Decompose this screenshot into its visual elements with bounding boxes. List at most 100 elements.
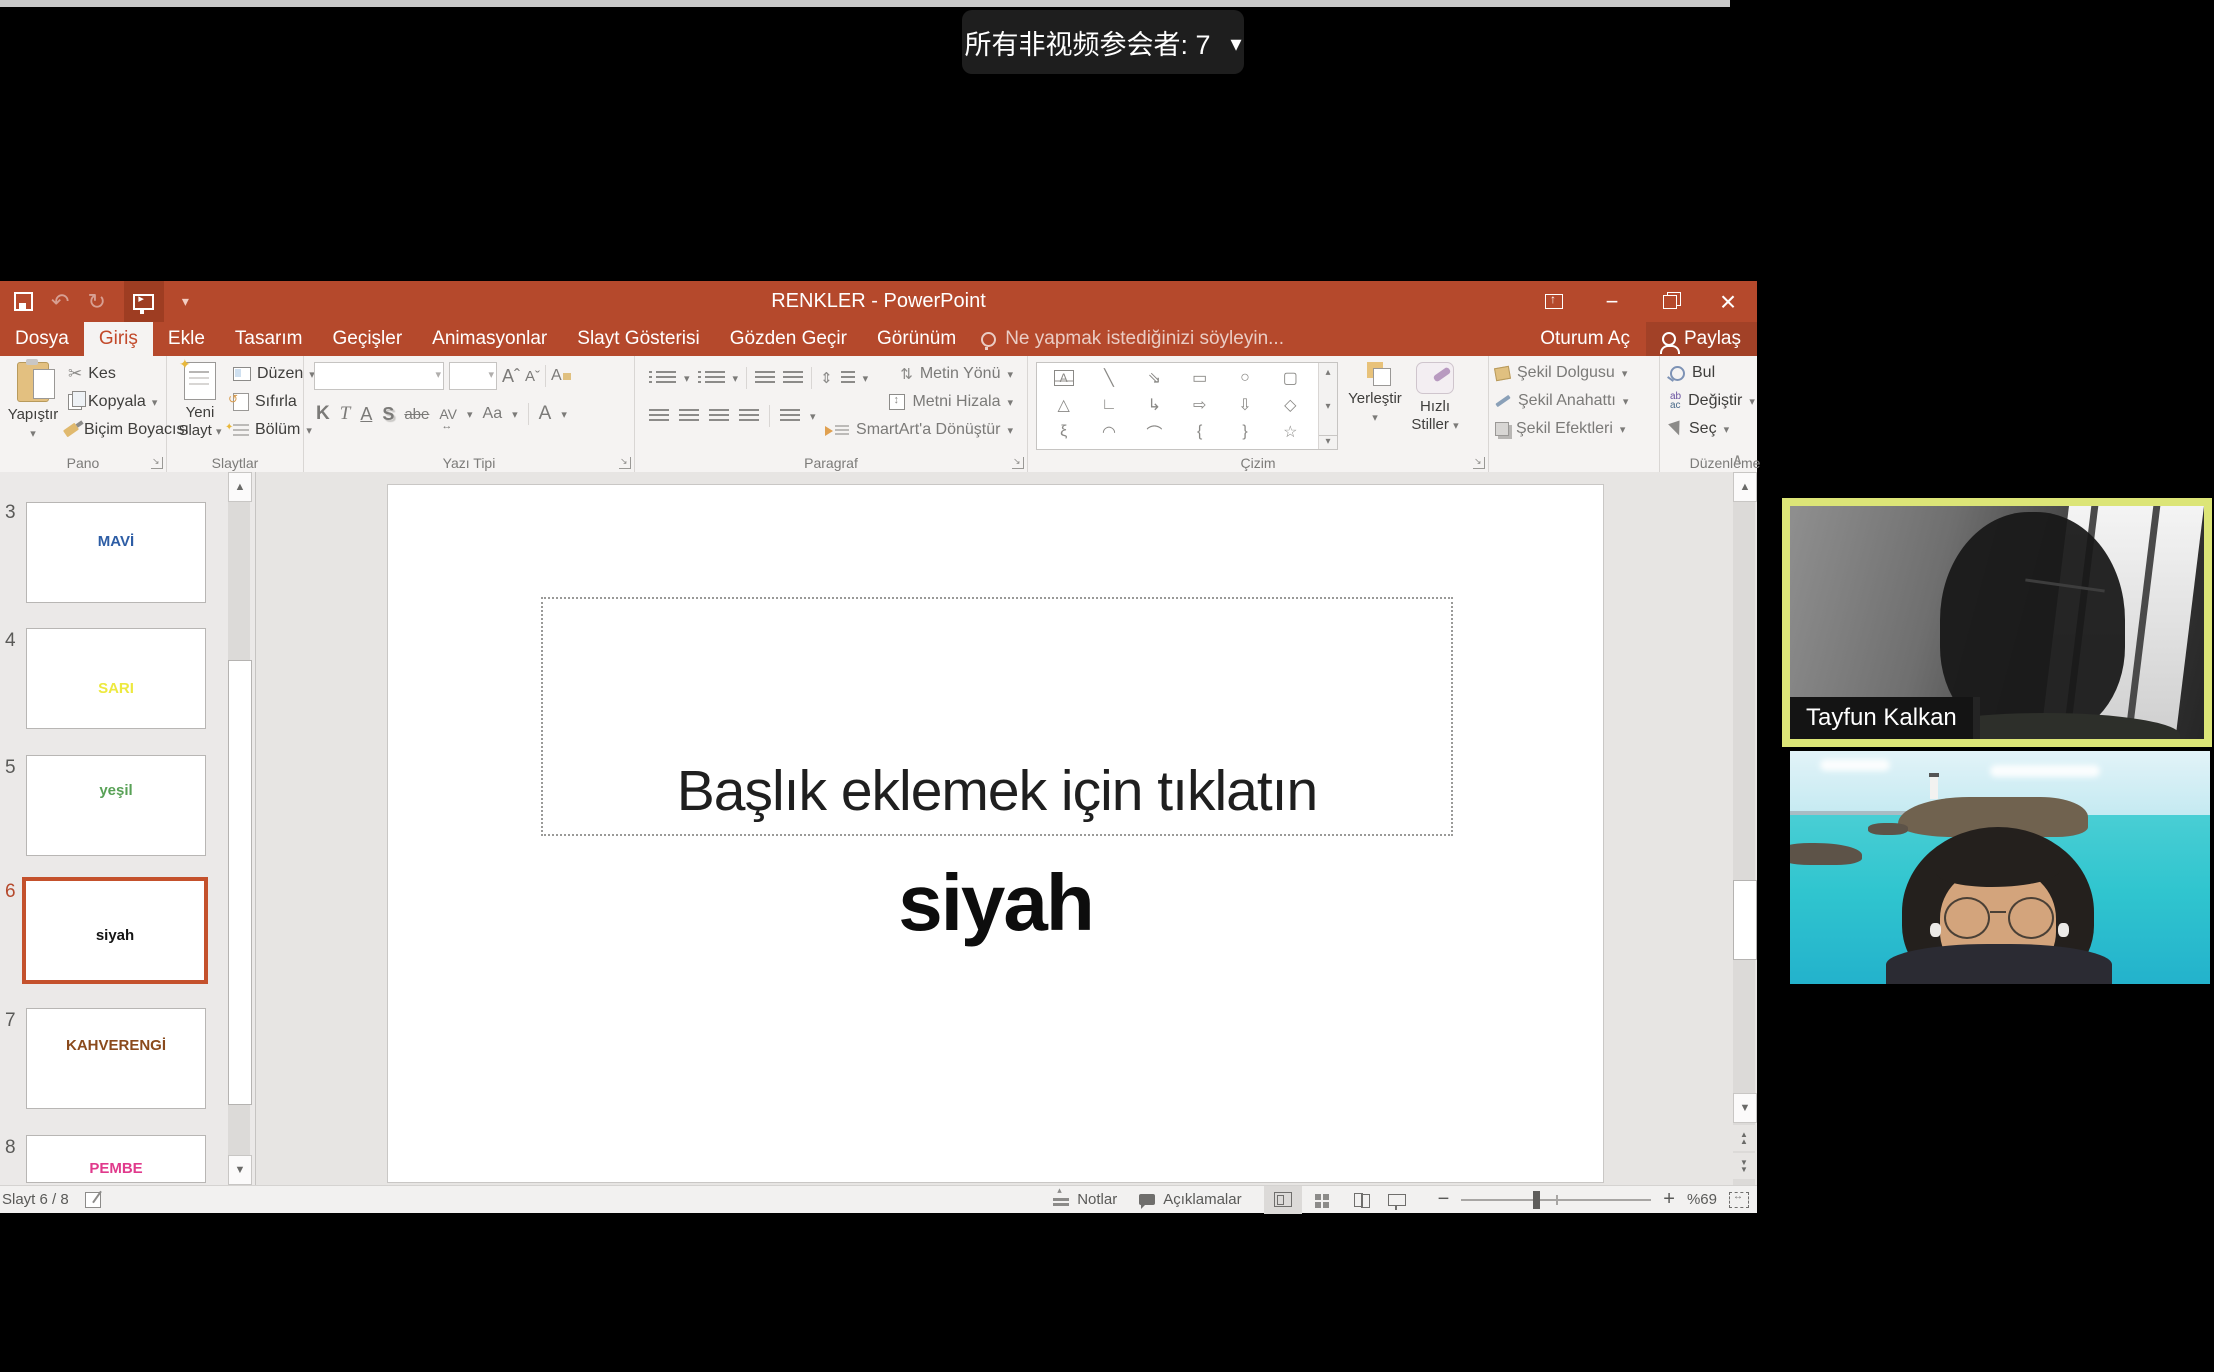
slide-thumbnail-4[interactable]: SARI	[26, 628, 206, 729]
sign-in-button[interactable]: Oturum Aç	[1524, 322, 1646, 356]
dialog-launcher-icon[interactable]	[151, 457, 163, 469]
columns-icon[interactable]	[780, 409, 800, 423]
find-button[interactable]: Bul	[1670, 360, 1715, 386]
clear-formatting-button[interactable]: A	[551, 367, 571, 385]
shape-cell[interactable]: ▭	[1177, 365, 1222, 392]
decrease-indent-icon[interactable]	[755, 371, 775, 385]
dialog-launcher-icon[interactable]	[619, 457, 631, 469]
zoom-slider-thumb[interactable]	[1533, 1191, 1540, 1209]
video-tile-second[interactable]	[1790, 751, 2210, 984]
shapes-scrollbar[interactable]: ▴ ▾ ▾	[1318, 363, 1337, 449]
justify-icon[interactable]	[739, 409, 759, 423]
fit-slide-to-window-icon[interactable]	[1729, 1192, 1749, 1208]
shape-cell[interactable]: ↳	[1132, 392, 1177, 419]
align-center-icon[interactable]	[679, 409, 699, 423]
change-case-button[interactable]: Aa	[483, 405, 503, 423]
tab-ekle[interactable]: Ekle	[153, 322, 220, 356]
scroll-up-button[interactable]: ▲	[1733, 472, 1757, 502]
underline-button[interactable]: A	[360, 404, 372, 425]
tab-dosya[interactable]: Dosya	[0, 322, 84, 356]
strikethrough-button[interactable]: abe	[404, 406, 429, 423]
shape-cell[interactable]: {	[1177, 418, 1222, 445]
video-tile-active-speaker[interactable]: Tayfun Kalkan	[1782, 498, 2212, 747]
align-left-icon[interactable]	[649, 409, 669, 423]
main-scrollbar[interactable]: ▲ ▼ ▲▲ ▼▼	[1733, 472, 1755, 1185]
tab-giris[interactable]: Giriş	[84, 322, 153, 356]
shape-cell[interactable]: ⇘	[1132, 365, 1177, 392]
increase-indent-icon[interactable]	[783, 371, 803, 385]
dialog-launcher-icon[interactable]	[1012, 457, 1024, 469]
cut-button[interactable]: ✂ Kes	[68, 362, 116, 386]
dialog-launcher-icon[interactable]	[1473, 457, 1485, 469]
notes-button[interactable]: Notlar	[1053, 1191, 1117, 1208]
font-name-combo[interactable]	[314, 362, 444, 390]
replace-button[interactable]: abac Değiştir	[1670, 388, 1755, 414]
slide-body-text[interactable]: siyah	[388, 857, 1603, 949]
shrink-font-button[interactable]: Aˇ	[525, 368, 540, 385]
section-button[interactable]: Bölüm	[233, 418, 312, 442]
previous-slide-button[interactable]: ▲▲	[1733, 1125, 1755, 1151]
align-text-button[interactable]: Metni Hizala	[889, 390, 1013, 414]
next-slide-button[interactable]: ▼▼	[1733, 1153, 1755, 1179]
tab-gozden-gecir[interactable]: Gözden Geçir	[715, 322, 862, 356]
text-shadow-button[interactable]: S	[382, 404, 394, 425]
slide-thumbnail-7[interactable]: KAHVERENGİ	[26, 1008, 206, 1109]
shape-textbox-icon[interactable]: A	[1041, 365, 1086, 392]
shape-cell[interactable]: }	[1222, 418, 1267, 445]
scroll-up-icon[interactable]: ▴	[1319, 367, 1337, 378]
shape-cell[interactable]: ◠	[1086, 418, 1131, 445]
shape-effects-button[interactable]: Şekil Efektleri	[1495, 416, 1625, 442]
scroll-down-button[interactable]: ▼	[228, 1155, 252, 1185]
line-spacing-icon[interactable]: ⇕	[820, 369, 833, 387]
shapes-more-icon[interactable]: ▾	[1319, 435, 1337, 447]
slide-thumbnail-8[interactable]: PEMBE	[26, 1135, 206, 1183]
reading-view-button[interactable]	[1340, 1186, 1378, 1214]
customize-qat-icon[interactable]	[182, 293, 189, 311]
undo-icon[interactable]: ↶	[51, 291, 69, 313]
font-color-button[interactable]: A	[539, 403, 552, 425]
slide-thumbnail-3[interactable]: MAVİ	[26, 502, 206, 603]
slide-thumbnail-5[interactable]: yeşil	[26, 755, 206, 856]
shape-cell[interactable]: ▢	[1268, 365, 1313, 392]
shape-cell[interactable]: ╲	[1086, 365, 1131, 392]
scroll-down-icon[interactable]: ▾	[1319, 401, 1337, 412]
shape-cell[interactable]: △	[1041, 392, 1086, 419]
shape-cell[interactable]: ○	[1222, 365, 1267, 392]
shape-cell[interactable]: ξ	[1041, 418, 1086, 445]
reset-button[interactable]: Sıfırla	[233, 390, 297, 414]
slide-canvas[interactable]: Başlık eklemek için tıklatın siyah	[388, 485, 1603, 1182]
zoom-slider[interactable]	[1461, 1199, 1651, 1201]
font-size-combo[interactable]	[449, 362, 497, 390]
shape-fill-button[interactable]: Şekil Dolgusu	[1495, 360, 1627, 386]
numbered-list-icon[interactable]	[705, 371, 725, 385]
scroll-up-button[interactable]: ▲	[228, 472, 252, 502]
tab-gecisler[interactable]: Geçişler	[317, 322, 417, 356]
align-right-icon[interactable]	[709, 409, 729, 423]
new-slide-button[interactable]: Yeni Slayt	[169, 360, 231, 441]
close-button[interactable]: ×	[1699, 281, 1757, 322]
shape-cell[interactable]: ☆	[1268, 418, 1313, 445]
tab-slayt-gosterisi[interactable]: Slayt Gösterisi	[562, 322, 714, 356]
shape-outline-button[interactable]: Şekil Anahattı	[1495, 388, 1628, 414]
character-spacing-button[interactable]: AV	[439, 406, 457, 422]
paste-button[interactable]: Yapıştır	[2, 360, 64, 443]
arrange-button[interactable]: Yerleştir	[1344, 360, 1406, 427]
copy-button[interactable]: Kopyala	[68, 390, 157, 414]
convert-smartart-button[interactable]: SmartArt'a Dönüştür	[835, 418, 1013, 442]
grow-font-button[interactable]: Aˆ	[502, 366, 520, 387]
shape-cell[interactable]: ∟	[1086, 392, 1131, 419]
layout-button[interactable]: Düzen	[233, 362, 315, 386]
italic-button[interactable]: T	[340, 403, 351, 425]
shape-cell[interactable]: ◇	[1268, 392, 1313, 419]
shape-cell[interactable]: ⇩	[1222, 392, 1267, 419]
select-button[interactable]: Seç	[1670, 416, 1729, 442]
normal-view-button[interactable]	[1264, 1186, 1302, 1214]
tab-gorunum[interactable]: Görünüm	[862, 322, 971, 356]
bold-button[interactable]: K	[316, 403, 330, 425]
zoom-out-button[interactable]: −	[1438, 1188, 1450, 1211]
scrollbar-thumb[interactable]	[228, 660, 252, 1105]
text-direction-button[interactable]: ⇅ Metin Yönü	[900, 362, 1013, 386]
zoom-in-button[interactable]: +	[1663, 1188, 1675, 1211]
scrollbar-thumb[interactable]	[1733, 880, 1757, 960]
minimize-button[interactable]: −	[1583, 281, 1641, 322]
